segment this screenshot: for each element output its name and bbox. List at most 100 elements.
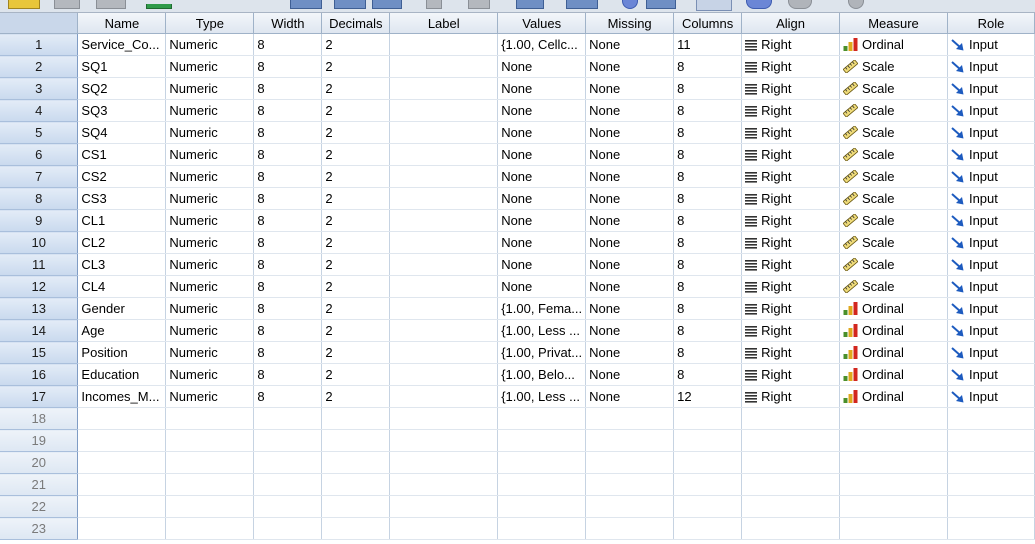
cell-missing[interactable]: None [585,297,675,320]
cell-role[interactable]: Input [947,77,1035,100]
cell-values[interactable]: None [497,253,587,276]
cell-width[interactable]: 8 [253,341,323,364]
empty-cell[interactable] [839,451,948,474]
empty-cell[interactable] [253,407,323,430]
empty-cell[interactable] [321,517,391,540]
header-type[interactable]: Type [165,13,255,34]
cell-width[interactable]: 8 [253,253,323,276]
cell-type[interactable]: Numeric [165,231,255,254]
cell-role[interactable]: Input [947,319,1035,342]
empty-cell[interactable] [497,473,587,496]
empty-cell[interactable] [77,429,167,452]
header-missing[interactable]: Missing [585,13,675,34]
cell-decimals[interactable]: 2 [321,187,391,210]
empty-cell[interactable] [389,473,499,496]
cell-align[interactable]: Right [741,385,841,408]
empty-cell[interactable] [741,429,841,452]
cell-measure[interactable]: Ordinal [839,385,948,408]
goto-variable-icon[interactable] [334,0,366,9]
row-number[interactable]: 13 [0,297,79,320]
cell-label[interactable] [389,99,499,122]
cell-values[interactable]: None [497,275,587,298]
cell-name[interactable]: CS1 [77,143,167,166]
row-number[interactable]: 8 [0,187,79,210]
cell-type[interactable]: Numeric [165,275,255,298]
cell-decimals[interactable]: 2 [321,297,391,320]
cell-columns[interactable]: 11 [673,33,743,56]
cell-missing[interactable]: None [585,363,675,386]
empty-cell[interactable] [741,473,841,496]
cell-values[interactable]: None [497,55,587,78]
empty-cell[interactable] [77,451,167,474]
empty-cell[interactable] [839,429,948,452]
empty-cell[interactable] [673,429,743,452]
cell-width[interactable]: 8 [253,165,323,188]
cell-align[interactable]: Right [741,341,841,364]
empty-cell[interactable] [497,451,587,474]
empty-cell[interactable] [77,517,167,540]
goto-case-icon[interactable] [290,0,322,9]
empty-cell[interactable] [321,407,391,430]
insert-variable-icon[interactable] [516,0,544,9]
cell-role[interactable]: Input [947,231,1035,254]
cell-missing[interactable]: None [585,209,675,232]
cell-columns[interactable]: 8 [673,121,743,144]
cell-align[interactable]: Right [741,77,841,100]
cell-type[interactable]: Numeric [165,55,255,78]
cell-width[interactable]: 8 [253,143,323,166]
cell-name[interactable]: CL1 [77,209,167,232]
row-number[interactable]: 3 [0,77,79,100]
cell-measure[interactable]: Scale [839,143,948,166]
cell-role[interactable]: Input [947,253,1035,276]
row-number[interactable]: 20 [0,451,79,474]
cell-type[interactable]: Numeric [165,99,255,122]
cell-columns[interactable]: 8 [673,165,743,188]
header-values[interactable]: Values [497,13,587,34]
empty-cell[interactable] [321,473,391,496]
empty-cell[interactable] [389,495,499,518]
empty-cell[interactable] [741,451,841,474]
empty-cell[interactable] [165,429,255,452]
cell-measure[interactable]: Scale [839,275,948,298]
row-number[interactable]: 7 [0,165,79,188]
row-number[interactable]: 23 [0,517,79,540]
cell-missing[interactable]: None [585,55,675,78]
cell-label[interactable] [389,33,499,56]
cell-type[interactable]: Numeric [165,297,255,320]
cell-columns[interactable]: 8 [673,341,743,364]
row-number[interactable]: 17 [0,385,79,408]
cell-measure[interactable]: Scale [839,187,948,210]
cell-missing[interactable]: None [585,143,675,166]
row-number[interactable]: 18 [0,407,79,430]
cell-columns[interactable]: 8 [673,253,743,276]
cell-align[interactable]: Right [741,143,841,166]
empty-cell[interactable] [389,407,499,430]
cell-width[interactable]: 8 [253,385,323,408]
row-number[interactable]: 1 [0,33,79,56]
cell-type[interactable]: Numeric [165,143,255,166]
cell-type[interactable]: Numeric [165,253,255,276]
cell-decimals[interactable]: 2 [321,77,391,100]
cell-missing[interactable]: None [585,187,675,210]
empty-cell[interactable] [947,495,1035,518]
split-file-icon[interactable] [566,0,598,9]
cell-role[interactable]: Input [947,165,1035,188]
find-icon[interactable] [426,0,442,9]
cell-label[interactable] [389,385,499,408]
empty-cell[interactable] [497,429,587,452]
cell-decimals[interactable]: 2 [321,341,391,364]
cell-name[interactable]: Gender [77,297,167,320]
row-number[interactable]: 22 [0,495,79,518]
cell-decimals[interactable]: 2 [321,231,391,254]
cell-width[interactable]: 8 [253,231,323,254]
cell-values[interactable]: None [497,187,587,210]
row-number[interactable]: 14 [0,319,79,342]
cell-measure[interactable]: Scale [839,55,948,78]
cell-measure[interactable]: Scale [839,77,948,100]
use-sets-icon[interactable] [746,0,772,9]
cell-role[interactable]: Input [947,99,1035,122]
cell-width[interactable]: 8 [253,363,323,386]
empty-cell[interactable] [165,451,255,474]
cell-missing[interactable]: None [585,99,675,122]
empty-cell[interactable] [389,451,499,474]
